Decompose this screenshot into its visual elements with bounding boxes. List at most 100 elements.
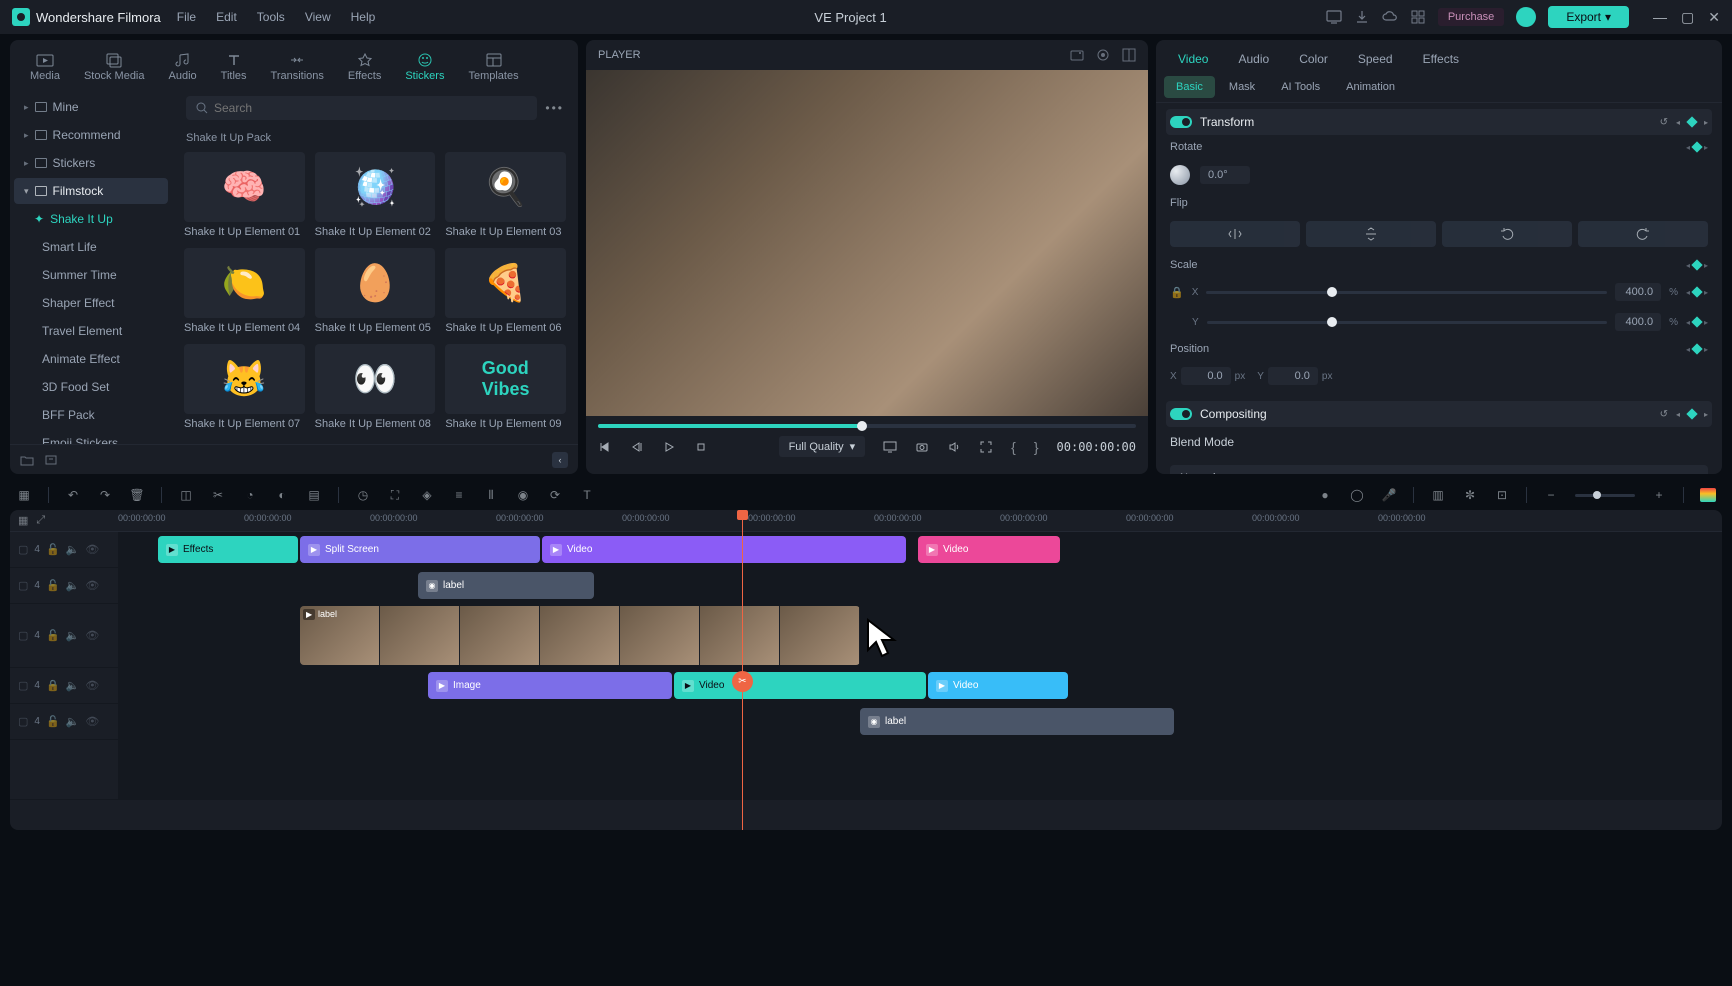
visibility-icon[interactable]: 👁 (85, 629, 99, 642)
auto-sync-icon[interactable]: ⟳ (547, 487, 563, 503)
zoom-slider[interactable] (1575, 494, 1635, 497)
monitor-icon[interactable] (1326, 9, 1342, 25)
visibility-icon[interactable]: 👁 (85, 579, 99, 592)
new-folder-icon[interactable] (20, 454, 34, 466)
inspector-tab-color[interactable]: Color (1285, 46, 1342, 72)
sidebar-item-mine[interactable]: ▸Mine (14, 94, 168, 120)
track-type-icon[interactable]: ▢ (18, 579, 28, 592)
inspector-tab-audio[interactable]: Audio (1224, 46, 1283, 72)
keyframe-icon[interactable] (1691, 343, 1702, 354)
freeze-button[interactable]: ▤ (306, 487, 322, 503)
collapse-sidebar-button[interactable]: ‹ (552, 452, 568, 468)
adjust-icon[interactable]: ≡ (451, 487, 467, 503)
expand-tracks-icon[interactable]: ⤢ (36, 514, 45, 527)
quality-selector[interactable]: Full Quality▾ (779, 436, 866, 457)
audio-meters[interactable] (1700, 488, 1716, 502)
prev-frame-button[interactable] (598, 440, 612, 454)
rotate-value[interactable]: 0.0° (1200, 166, 1250, 184)
sidebar-item-stickers[interactable]: ▸Stickers (14, 150, 168, 176)
lock-icon[interactable]: 🔓 (46, 715, 60, 728)
visibility-icon[interactable]: 👁 (85, 679, 99, 692)
text-tool-icon[interactable]: T (579, 487, 595, 503)
tab-transitions[interactable]: Transitions (261, 46, 334, 88)
sidebar-item-shaper-effect[interactable]: Shaper Effect (14, 290, 168, 316)
display-icon[interactable] (883, 440, 897, 454)
sidebar-item-emoji-stickers[interactable]: Emoji Stickers (14, 430, 168, 444)
layout-icon[interactable]: ▦ (16, 487, 32, 503)
inspector-tab-speed[interactable]: Speed (1344, 46, 1407, 72)
sidebar-item-summer-time[interactable]: Summer Time (14, 262, 168, 288)
zoom-out-button[interactable]: − (1543, 487, 1559, 503)
kf-next-icon[interactable]: ▸ (1704, 143, 1708, 152)
tab-stickers[interactable]: Stickers (395, 46, 454, 88)
sidebar-item-smart-life[interactable]: Smart Life (14, 234, 168, 260)
keyframe-tool-icon[interactable]: ◈ (419, 487, 435, 503)
kf-next-icon[interactable]: ▸ (1704, 261, 1708, 270)
flip-vertical-button[interactable] (1306, 221, 1436, 247)
speed-button[interactable]: ◔ (242, 487, 258, 503)
track-options-icon[interactable]: ▦ (18, 514, 28, 527)
keyframe-icon[interactable] (1691, 316, 1702, 327)
kf-prev-icon[interactable]: ◂ (1686, 288, 1690, 297)
grid-icon[interactable] (1410, 9, 1426, 25)
clip-label[interactable]: ◉label (418, 572, 594, 599)
marker-tool-icon[interactable]: ◉ (515, 487, 531, 503)
inspector-tab-video[interactable]: Video (1164, 46, 1222, 72)
inspector-tab-effects[interactable]: Effects (1409, 46, 1473, 72)
close-button[interactable]: ✕ (1708, 9, 1720, 26)
volume-icon[interactable] (947, 440, 961, 454)
kf-next-icon[interactable]: ▸ (1704, 118, 1708, 127)
sticker-item[interactable]: GoodVibesShake It Up Element 09 (445, 344, 566, 430)
track-content[interactable]: ▶Effects ▶Split Screen ▶Video ▶Video (118, 532, 1722, 567)
player-scrubber[interactable] (598, 424, 1136, 428)
tab-titles[interactable]: Titles (211, 46, 257, 88)
audio-mixer-icon[interactable]: ⫴ (483, 487, 499, 503)
record-icon[interactable]: ● (1317, 487, 1333, 503)
sticker-item[interactable]: 🧠Shake It Up Element 01 (184, 152, 305, 238)
track-type-icon[interactable]: ▢ (18, 679, 28, 692)
subtab-basic[interactable]: Basic (1164, 76, 1215, 98)
slider-thumb[interactable] (1327, 287, 1337, 297)
sidebar-item-travel-element[interactable]: Travel Element (14, 318, 168, 344)
tab-stock-media[interactable]: Stock Media (74, 46, 155, 88)
lock-icon[interactable]: 🔒 (1170, 286, 1184, 299)
kf-prev-icon[interactable]: ◂ (1676, 410, 1680, 419)
snapshot-icon[interactable] (1070, 48, 1084, 62)
preview-quality-icon[interactable] (1096, 48, 1110, 62)
mark-out-button[interactable]: } (1034, 439, 1039, 455)
mute-icon[interactable]: 🔈 (66, 629, 80, 642)
redo-button[interactable]: ↷ (97, 487, 113, 503)
clip-video-main[interactable]: label (300, 606, 860, 665)
sidebar-item-animate-effect[interactable]: Animate Effect (14, 346, 168, 372)
zoom-in-button[interactable]: + (1651, 487, 1667, 503)
kf-prev-icon[interactable]: ◂ (1676, 118, 1680, 127)
mute-icon[interactable]: 🔈 (66, 679, 80, 692)
reset-icon[interactable]: ↺ (1660, 117, 1668, 128)
reset-icon[interactable]: ↺ (1660, 409, 1668, 420)
camera-icon[interactable] (915, 440, 929, 454)
mute-icon[interactable]: 🔈 (66, 579, 80, 592)
sticker-item[interactable]: 😹Shake It Up Element 07 (184, 344, 305, 430)
tab-audio[interactable]: Audio (159, 46, 207, 88)
menu-view[interactable]: View (305, 10, 331, 24)
pos-x-value[interactable]: 0.0 (1181, 367, 1231, 385)
sticker-item[interactable]: 🍳Shake It Up Element 03 (445, 152, 566, 238)
clip-video[interactable]: ▶Video (918, 536, 1060, 563)
blend-mode-selector[interactable]: Normal ▾ (1170, 465, 1708, 474)
scale-y-slider[interactable] (1207, 321, 1607, 324)
mark-in-button[interactable]: { (1011, 439, 1016, 455)
clock-icon[interactable]: ◷ (355, 487, 371, 503)
frame-icon[interactable]: ⛶ (387, 487, 403, 503)
user-avatar[interactable] (1516, 7, 1536, 27)
kf-next-icon[interactable]: ▸ (1704, 288, 1708, 297)
kf-next-icon[interactable]: ▸ (1704, 345, 1708, 354)
play-button[interactable] (662, 440, 676, 454)
download-icon[interactable] (1354, 9, 1370, 25)
player-viewport[interactable] (586, 70, 1148, 416)
shield-icon[interactable]: ◯ (1349, 487, 1365, 503)
kf-prev-icon[interactable]: ◂ (1686, 318, 1690, 327)
playhead[interactable]: ✂ (742, 510, 743, 830)
rotate-left-button[interactable] (1442, 221, 1572, 247)
keyframe-icon[interactable] (1686, 408, 1697, 419)
sidebar-item-recommend[interactable]: ▸Recommend (14, 122, 168, 148)
